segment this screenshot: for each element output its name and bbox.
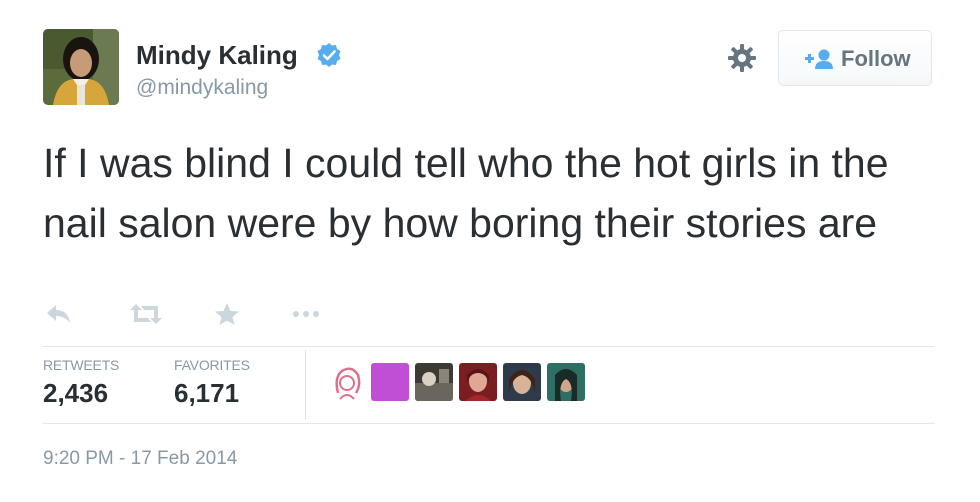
- tweet-text: If I was blind I could tell who the hot …: [43, 140, 889, 246]
- retweets-label: RETWEETS: [43, 357, 120, 373]
- user-handle[interactable]: @mindykaling: [136, 76, 268, 100]
- more-dots-icon[interactable]: [290, 302, 322, 326]
- user-display-name[interactable]: Mindy Kaling: [136, 40, 298, 71]
- retweets-stat[interactable]: RETWEETS 2,436: [43, 357, 119, 409]
- favorites-label: FAVORITES: [174, 357, 250, 373]
- favoriter-avatar[interactable]: [547, 363, 585, 401]
- stats-bottom-divider: [43, 423, 935, 424]
- favoriter-avatar[interactable]: [415, 363, 453, 401]
- favoriter-avatar[interactable]: [459, 363, 497, 401]
- star-icon[interactable]: [214, 302, 240, 326]
- favorites-stat[interactable]: FAVORITES 6,171: [174, 357, 250, 409]
- gear-icon[interactable]: [727, 43, 757, 73]
- stats-separator: [305, 350, 306, 420]
- user-avatar[interactable]: [43, 29, 119, 105]
- favoriter-avatar[interactable]: [371, 363, 409, 401]
- verified-badge-icon: [317, 43, 341, 67]
- retweets-count: 2,436: [43, 378, 109, 408]
- tweet-card: Mindy Kaling @mindykaling Follow If I wa…: [0, 0, 980, 502]
- retweet-icon[interactable]: [128, 302, 164, 326]
- follow-button[interactable]: Follow: [778, 30, 932, 86]
- favoriter-avatar[interactable]: [503, 363, 541, 401]
- add-user-icon: [805, 49, 833, 69]
- stats-top-divider: [43, 346, 935, 347]
- tweet-timestamp[interactable]: 9:20 PM - 17 Feb 2014: [43, 448, 237, 470]
- follow-label: Follow: [841, 46, 911, 71]
- reply-icon[interactable]: [44, 302, 72, 326]
- favoriter-avatar[interactable]: [328, 363, 366, 401]
- favorites-count: 6,171: [174, 378, 240, 408]
